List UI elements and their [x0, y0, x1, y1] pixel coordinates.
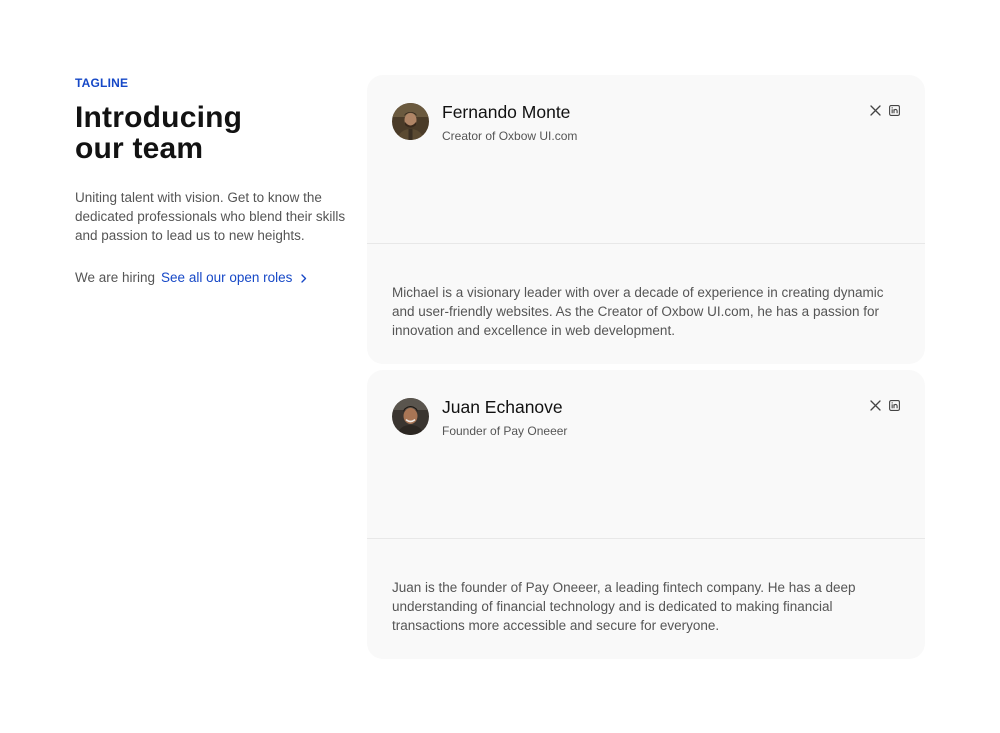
chevron-right-icon	[301, 273, 307, 283]
avatar	[392, 103, 429, 140]
title-line-1: Introducing	[75, 101, 243, 134]
member-name: Fernando Monte	[442, 102, 571, 122]
intro-description: Uniting talent with vision. Get to know …	[75, 190, 346, 243]
social-links	[870, 400, 900, 411]
x-icon[interactable]	[870, 105, 881, 116]
team-card: Fernando Monte Creator of Oxbow UI.com M…	[367, 75, 925, 364]
x-icon[interactable]	[870, 400, 881, 411]
member-role: Founder of Pay Oneeer	[442, 424, 568, 438]
team-card-header: Juan Echanove Founder of Pay Oneeer	[367, 370, 925, 539]
open-roles-link[interactable]: See all our open roles	[161, 269, 307, 287]
page-title: Introducing our team	[75, 102, 350, 164]
open-roles-label: See all our open roles	[161, 270, 293, 285]
avatar	[392, 398, 429, 435]
title-line-2: our team	[75, 132, 204, 165]
social-links	[870, 105, 900, 116]
tagline: TAGLINE	[75, 76, 129, 90]
hiring-row: We are hiring See all our open roles	[75, 269, 350, 287]
member-bio: Juan is the founder of Pay Oneeer, a lea…	[392, 580, 856, 633]
linkedin-icon[interactable]	[889, 105, 900, 116]
hiring-text: We are hiring	[75, 270, 156, 285]
team-intro: TAGLINE Introducing our team Uniting tal…	[75, 76, 350, 287]
team-card-header: Fernando Monte Creator of Oxbow UI.com	[367, 75, 925, 244]
member-bio: Michael is a visionary leader with over …	[392, 285, 884, 338]
team-card: Juan Echanove Founder of Pay Oneeer Juan…	[367, 370, 925, 659]
member-role: Creator of Oxbow UI.com	[442, 129, 578, 143]
linkedin-icon[interactable]	[889, 400, 900, 411]
member-name: Juan Echanove	[442, 397, 563, 417]
